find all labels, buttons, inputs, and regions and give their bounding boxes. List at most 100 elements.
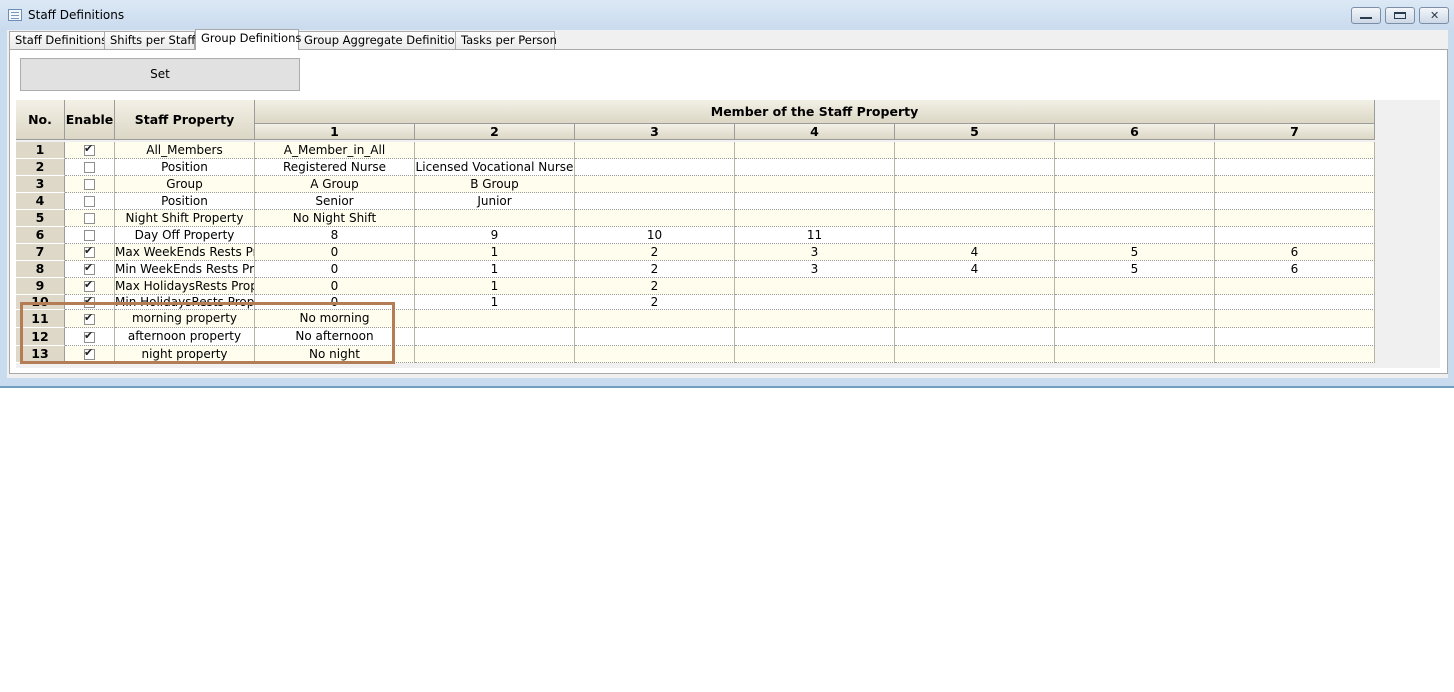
member-cell[interactable] (895, 210, 1055, 227)
member-cell[interactable] (895, 328, 1055, 346)
member-cell[interactable] (575, 176, 735, 193)
member-cell[interactable] (1215, 176, 1375, 193)
member-cell[interactable]: 11 (735, 227, 895, 244)
member-cell[interactable] (1055, 278, 1215, 295)
member-cell[interactable] (1055, 295, 1215, 310)
member-cell[interactable]: No afternoon (255, 328, 415, 346)
staff-property-cell[interactable]: All_Members (115, 142, 255, 159)
member-cell[interactable] (415, 346, 575, 363)
member-cell[interactable] (1055, 159, 1215, 176)
member-cell[interactable] (1215, 193, 1375, 210)
member-cell[interactable] (575, 159, 735, 176)
member-cell[interactable]: No night (255, 346, 415, 363)
enable-checkbox[interactable]: ✔ (84, 295, 95, 308)
member-cell[interactable] (895, 193, 1055, 210)
member-cell[interactable] (415, 328, 575, 346)
column-header-members[interactable]: Member of the Staff Property (255, 100, 1375, 124)
member-cell[interactable] (735, 310, 895, 328)
enable-checkbox[interactable]: ✔ (84, 311, 95, 325)
tab-shifts-per-staff[interactable]: Shifts per Staff (104, 31, 195, 50)
member-cell[interactable]: 1 (415, 278, 575, 295)
member-cell[interactable]: A_Member_in_All (255, 142, 415, 159)
enable-checkbox[interactable]: ✔ (84, 261, 95, 275)
member-cell[interactable] (1215, 159, 1375, 176)
title-bar[interactable]: Staff Definitions ✕ (0, 0, 1454, 30)
member-cell[interactable]: 2 (575, 278, 735, 295)
column-header-staff-property[interactable]: Staff Property (115, 100, 255, 140)
staff-property-cell[interactable]: Day Off Property (115, 227, 255, 244)
member-cell[interactable]: No morning (255, 310, 415, 328)
staff-property-cell[interactable]: Max HolidaysRests Prop (115, 278, 255, 295)
enable-checkbox[interactable] (84, 230, 95, 241)
member-cell[interactable] (895, 142, 1055, 159)
member-cell[interactable] (1055, 142, 1215, 159)
minimize-button[interactable] (1351, 7, 1381, 24)
member-cell[interactable] (895, 159, 1055, 176)
member-cell[interactable]: 8 (255, 227, 415, 244)
member-cell[interactable] (895, 278, 1055, 295)
column-header-member-4[interactable]: 4 (735, 124, 895, 140)
enable-cell[interactable] (65, 159, 115, 176)
member-cell[interactable]: 0 (255, 244, 415, 261)
member-cell[interactable] (1055, 227, 1215, 244)
column-header-member-5[interactable]: 5 (895, 124, 1055, 140)
member-cell[interactable]: 3 (735, 244, 895, 261)
staff-property-cell[interactable]: night property (115, 346, 255, 363)
member-cell[interactable] (575, 193, 735, 210)
member-cell[interactable] (1215, 328, 1375, 346)
member-cell[interactable]: 2 (575, 295, 735, 310)
enable-cell[interactable]: ✔ (65, 244, 115, 261)
enable-checkbox[interactable]: ✔ (84, 142, 95, 156)
member-cell[interactable] (895, 176, 1055, 193)
member-cell[interactable]: 4 (895, 261, 1055, 278)
member-cell[interactable]: 6 (1215, 244, 1375, 261)
enable-cell[interactable]: ✔ (65, 278, 115, 295)
member-cell[interactable] (735, 193, 895, 210)
member-cell[interactable]: 0 (255, 295, 415, 310)
tab-tasks-per-person[interactable]: Tasks per Person (455, 31, 557, 50)
member-cell[interactable]: 1 (415, 244, 575, 261)
column-header-member-2[interactable]: 2 (415, 124, 575, 140)
column-header-member-6[interactable]: 6 (1055, 124, 1215, 140)
column-header-enable[interactable]: Enable (65, 100, 115, 140)
staff-property-cell[interactable]: morning property (115, 310, 255, 328)
member-cell[interactable] (895, 227, 1055, 244)
staff-property-cell[interactable]: Position (115, 193, 255, 210)
member-cell[interactable] (575, 142, 735, 159)
member-cell[interactable] (1055, 328, 1215, 346)
member-cell[interactable] (735, 142, 895, 159)
member-cell[interactable] (895, 310, 1055, 328)
member-cell[interactable] (1055, 210, 1215, 227)
staff-property-cell[interactable]: Group (115, 176, 255, 193)
member-cell[interactable] (575, 210, 735, 227)
member-cell[interactable]: 1 (415, 261, 575, 278)
member-cell[interactable] (575, 310, 735, 328)
enable-cell[interactable]: ✔ (65, 310, 115, 328)
member-cell[interactable] (1055, 193, 1215, 210)
member-cell[interactable]: Senior (255, 193, 415, 210)
column-header-no[interactable]: No. (16, 100, 65, 140)
member-cell[interactable] (575, 346, 735, 363)
enable-checkbox[interactable]: ✔ (84, 244, 95, 258)
member-cell[interactable]: No Night Shift (255, 210, 415, 227)
enable-checkbox[interactable] (84, 179, 95, 190)
enable-cell[interactable] (65, 176, 115, 193)
member-cell[interactable]: 5 (1055, 244, 1215, 261)
enable-checkbox[interactable] (84, 213, 95, 224)
member-cell[interactable] (735, 210, 895, 227)
enable-cell[interactable] (65, 227, 115, 244)
staff-property-cell[interactable]: Min WeekEnds Rests Pr (115, 261, 255, 278)
member-cell[interactable] (735, 346, 895, 363)
tab-staff-definitions[interactable]: Staff Definitions (9, 31, 107, 50)
member-cell[interactable] (1215, 227, 1375, 244)
staff-property-cell[interactable]: Position (115, 159, 255, 176)
staff-property-cell[interactable]: Max WeekEnds Rests Pr (115, 244, 255, 261)
member-cell[interactable] (415, 310, 575, 328)
enable-checkbox[interactable]: ✔ (84, 278, 95, 292)
member-cell[interactable]: Registered Nurse (255, 159, 415, 176)
member-cell[interactable] (735, 328, 895, 346)
member-cell[interactable] (895, 346, 1055, 363)
member-cell[interactable] (415, 142, 575, 159)
enable-cell[interactable]: ✔ (65, 295, 115, 310)
member-cell[interactable] (1215, 346, 1375, 363)
